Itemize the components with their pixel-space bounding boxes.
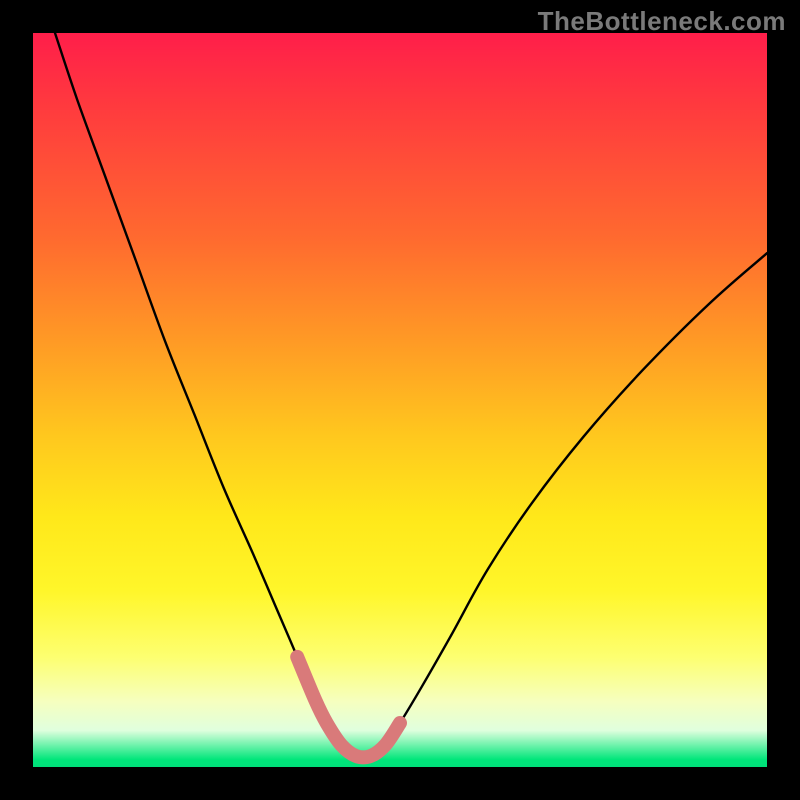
highlight-segment	[297, 657, 400, 758]
chart-frame: TheBottleneck.com	[0, 0, 800, 800]
main-curve	[55, 33, 767, 758]
curve-layer	[33, 33, 767, 767]
plot-area	[33, 33, 767, 767]
